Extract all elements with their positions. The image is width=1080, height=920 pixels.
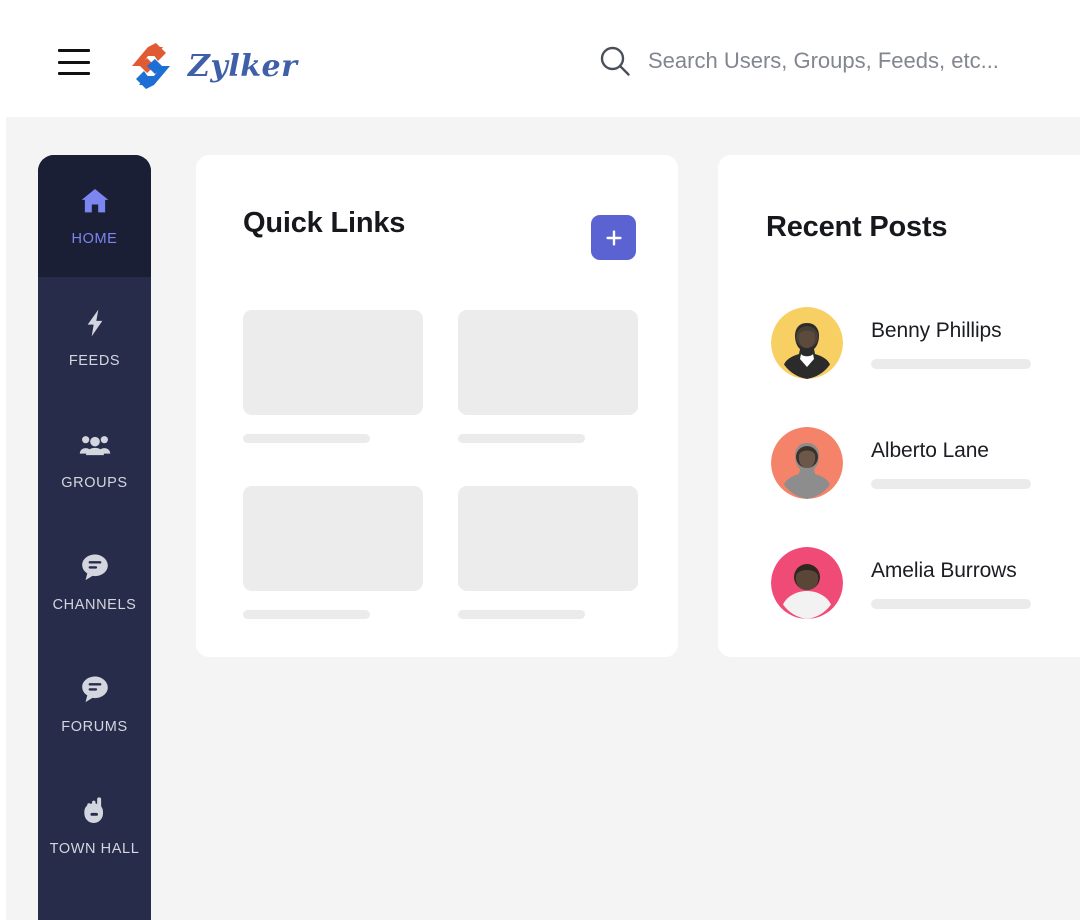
post-author-name: Alberto Lane bbox=[871, 439, 989, 462]
placeholder-label-bar bbox=[243, 434, 370, 443]
recent-posts-card: Recent Posts Benny Phillips Alberto Lane… bbox=[718, 155, 1080, 657]
placeholder-thumbnail bbox=[243, 486, 423, 591]
placeholder-label-bar bbox=[458, 610, 585, 619]
list-item[interactable]: Benny Phillips bbox=[771, 307, 1080, 379]
quick-links-placeholder-grid bbox=[243, 310, 643, 619]
post-meta: Alberto Lane bbox=[871, 437, 1080, 489]
quick-link-placeholder[interactable] bbox=[458, 486, 638, 619]
avatar bbox=[771, 427, 843, 499]
app-window: Zylker HOME FEEDS bbox=[6, 6, 1080, 920]
quick-links-card: Quick Links bbox=[196, 155, 678, 657]
post-content-placeholder bbox=[871, 599, 1031, 609]
list-item[interactable]: Alberto Lane bbox=[771, 427, 1080, 499]
recent-posts-list: Benny Phillips Alberto Lane Amelia Burro… bbox=[771, 307, 1080, 619]
placeholder-label-bar bbox=[243, 610, 370, 619]
post-author-name: Amelia Burrows bbox=[871, 559, 1017, 582]
add-quick-link-button[interactable] bbox=[591, 215, 636, 260]
post-content-placeholder bbox=[871, 479, 1031, 489]
quick-link-placeholder[interactable] bbox=[243, 486, 423, 619]
placeholder-thumbnail bbox=[458, 486, 638, 591]
placeholder-thumbnail bbox=[243, 310, 423, 415]
main-content: Quick Links Recent Posts Benny Phillips … bbox=[6, 6, 1080, 920]
avatar bbox=[771, 307, 843, 379]
quick-link-placeholder[interactable] bbox=[458, 310, 638, 443]
list-item[interactable]: Amelia Burrows bbox=[771, 547, 1080, 619]
plus-icon bbox=[605, 229, 622, 246]
post-meta: Amelia Burrows bbox=[871, 557, 1080, 609]
recent-posts-title: Recent Posts bbox=[766, 211, 948, 243]
post-author-name: Benny Phillips bbox=[871, 319, 1002, 342]
placeholder-thumbnail bbox=[458, 310, 638, 415]
avatar bbox=[771, 547, 843, 619]
post-content-placeholder bbox=[871, 359, 1031, 369]
page-title: Quick Links bbox=[243, 207, 406, 239]
quick-link-placeholder[interactable] bbox=[243, 310, 423, 443]
placeholder-label-bar bbox=[458, 434, 585, 443]
post-meta: Benny Phillips bbox=[871, 317, 1080, 369]
